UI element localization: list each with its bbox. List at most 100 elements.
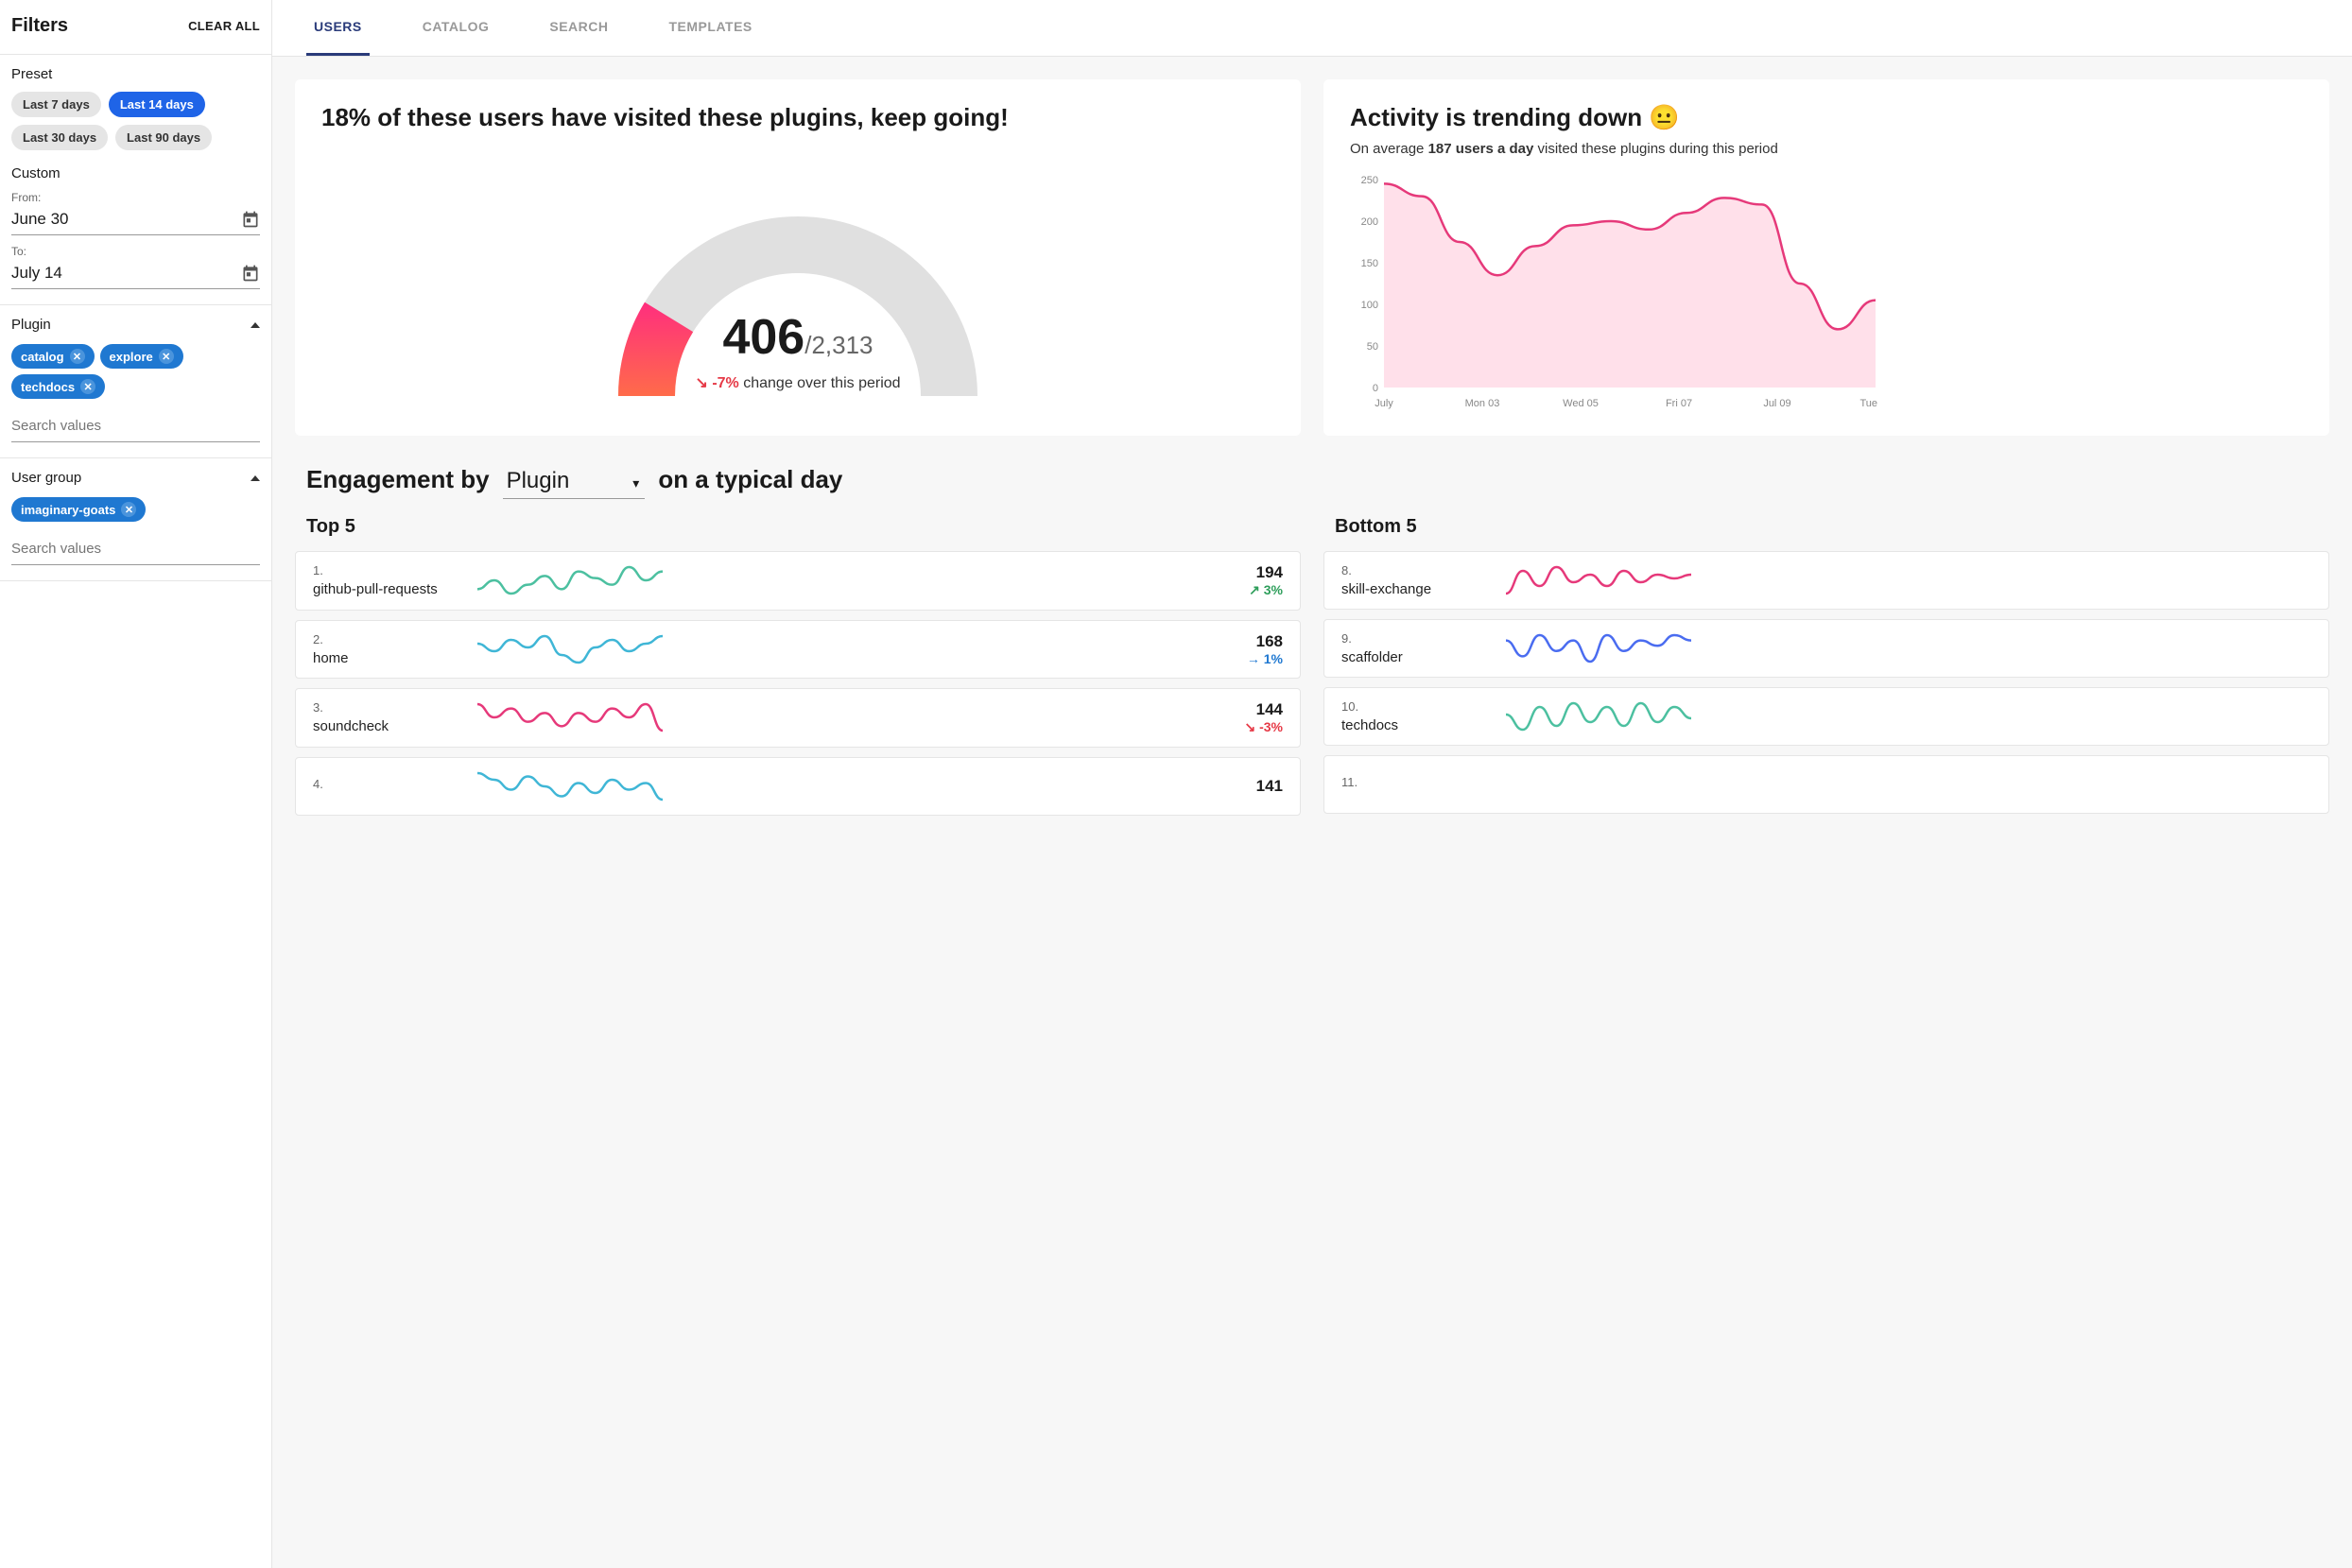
engagement-item[interactable]: 8. skill-exchange — [1323, 551, 2329, 610]
remove-tag-icon[interactable]: ✕ — [121, 502, 136, 517]
bottom5-label: Bottom 5 — [1335, 516, 2329, 538]
from-date-value: June 30 — [11, 210, 69, 229]
main-tabs: USERS CATALOG SEARCH TEMPLATES — [272, 0, 2352, 57]
item-rank: 3. — [313, 700, 464, 715]
gauge-change-label: change over this period — [743, 375, 900, 391]
plugin-search-input[interactable] — [11, 410, 260, 442]
filter-tag[interactable]: catalog✕ — [11, 344, 95, 369]
from-label: From: — [11, 191, 260, 204]
to-date-value: July 14 — [11, 264, 62, 283]
remove-tag-icon[interactable]: ✕ — [70, 349, 85, 364]
item-rank: 1. — [313, 563, 464, 577]
svg-text:Mon 03: Mon 03 — [1465, 398, 1500, 409]
filter-tag[interactable]: techdocs✕ — [11, 374, 105, 399]
tab-templates[interactable]: TEMPLATES — [662, 0, 760, 56]
item-value: 194 — [1222, 563, 1283, 582]
tab-search[interactable]: SEARCH — [542, 0, 615, 56]
filters-sidebar: Filters CLEAR ALL Preset Last 7 daysLast… — [0, 0, 272, 1568]
usergroup-search-input[interactable] — [11, 533, 260, 565]
svg-text:50: 50 — [1367, 341, 1378, 353]
delta-value: ↘ -3% — [1244, 719, 1283, 735]
sparkline — [1504, 699, 1693, 733]
plugin-filter-label: Plugin — [11, 317, 51, 333]
gauge-total: /2,313 — [804, 331, 873, 359]
svg-text:Tue 11: Tue 11 — [1859, 398, 1879, 409]
activity-card-title: Activity is trending down 😐 — [1350, 102, 2303, 133]
preset-chip[interactable]: Last 7 days — [11, 92, 101, 117]
svg-text:Fri 07: Fri 07 — [1666, 398, 1692, 409]
trend-down-icon: ↘ — [695, 375, 712, 391]
tab-users[interactable]: USERS — [306, 0, 370, 56]
tab-catalog[interactable]: CATALOG — [415, 0, 497, 56]
calendar-icon — [241, 210, 260, 229]
gauge-card: 18% of these users have visited these pl… — [295, 79, 1301, 436]
gauge-value: 406 — [722, 310, 804, 365]
clear-all-button[interactable]: CLEAR ALL — [188, 19, 260, 33]
item-name: skill-exchange — [1341, 581, 1493, 597]
activity-card: Activity is trending down 😐 On average 1… — [1323, 79, 2329, 436]
usergroup-filter-label: User group — [11, 470, 81, 486]
chevron-up-icon — [251, 475, 260, 481]
sparkline — [476, 700, 665, 734]
to-date-input[interactable]: July 14 — [11, 258, 260, 289]
engagement-item[interactable]: 10. techdocs — [1323, 687, 2329, 746]
engagement-item[interactable]: 9. scaffolder — [1323, 619, 2329, 678]
preset-chip[interactable]: Last 14 days — [109, 92, 205, 117]
filter-tag[interactable]: imaginary-goats✕ — [11, 497, 146, 522]
filter-tag[interactable]: explore✕ — [100, 344, 183, 369]
preset-label: Preset — [11, 66, 260, 82]
item-rank: 10. — [1341, 699, 1493, 714]
gauge-card-title: 18% of these users have visited these pl… — [321, 102, 1274, 133]
plugin-filter-toggle[interactable]: Plugin — [11, 317, 260, 333]
usergroup-filter-section: User group imaginary-goats✕ — [0, 458, 271, 581]
sparkline — [476, 632, 665, 666]
item-value: 168 — [1222, 632, 1283, 651]
engagement-select[interactable]: Plugin — [503, 464, 646, 499]
remove-tag-icon[interactable]: ✕ — [80, 379, 95, 394]
from-date-input[interactable]: June 30 — [11, 204, 260, 235]
item-name: github-pull-requests — [313, 581, 464, 597]
preset-chip[interactable]: Last 90 days — [115, 125, 212, 150]
engagement-section: Engagement by Plugin ▾ on a typical day … — [272, 458, 2352, 848]
item-name: techdocs — [1341, 717, 1493, 733]
item-name: soundcheck — [313, 718, 464, 734]
item-rank: 2. — [313, 632, 464, 646]
item-rank: 4. — [313, 777, 464, 791]
plugin-filter-section: Plugin catalog✕explore✕ techdocs✕ — [0, 305, 271, 458]
sparkline — [1504, 631, 1693, 665]
engagement-title-post: on a typical day — [658, 465, 842, 494]
svg-text:250: 250 — [1361, 175, 1378, 186]
engagement-item[interactable]: 3. soundcheck 144 ↘ -3% — [295, 688, 1301, 748]
sparkline — [1504, 563, 1693, 597]
delta-value: ↗ 3% — [1249, 582, 1283, 598]
engagement-item[interactable]: 2. home 168 → 1% — [295, 620, 1301, 679]
item-name: home — [313, 650, 464, 666]
svg-text:200: 200 — [1361, 216, 1378, 228]
svg-text:July: July — [1375, 398, 1393, 409]
chevron-down-icon: ▾ — [632, 475, 639, 491]
engagement-item[interactable]: 4. 141 — [295, 757, 1301, 816]
item-value: 141 — [1222, 777, 1283, 796]
preset-chip[interactable]: Last 30 days — [11, 125, 108, 150]
delta-value: → 1% — [1247, 651, 1283, 666]
remove-tag-icon[interactable]: ✕ — [159, 349, 174, 364]
svg-text:100: 100 — [1361, 300, 1378, 311]
item-name: scaffolder — [1341, 649, 1493, 665]
engagement-item[interactable]: 1. github-pull-requests 194 ↗ 3% — [295, 551, 1301, 611]
custom-label: Custom — [11, 165, 260, 181]
sparkline — [476, 563, 665, 597]
item-value: 144 — [1222, 700, 1283, 719]
preset-section: Preset Last 7 days Last 14 daysLast 30 da… — [0, 55, 271, 305]
usergroup-filter-toggle[interactable]: User group — [11, 470, 260, 486]
svg-text:Jul 09: Jul 09 — [1763, 398, 1790, 409]
top5-label: Top 5 — [306, 516, 1301, 538]
bottom5-column: Bottom 5 8. skill-exchange 9. scaffolder — [1323, 516, 2329, 825]
item-rank: 9. — [1341, 631, 1493, 646]
gauge-change-pct: -7% — [712, 375, 738, 391]
main-content: USERS CATALOG SEARCH TEMPLATES 18% of these… — [272, 0, 2352, 1568]
engagement-item[interactable]: 11. — [1323, 755, 2329, 814]
svg-text:0: 0 — [1373, 383, 1378, 394]
item-rank: 8. — [1341, 563, 1493, 577]
activity-card-subtitle: On average 187 users a day visited these… — [1350, 141, 2303, 157]
item-rank: 11. — [1341, 775, 1493, 789]
